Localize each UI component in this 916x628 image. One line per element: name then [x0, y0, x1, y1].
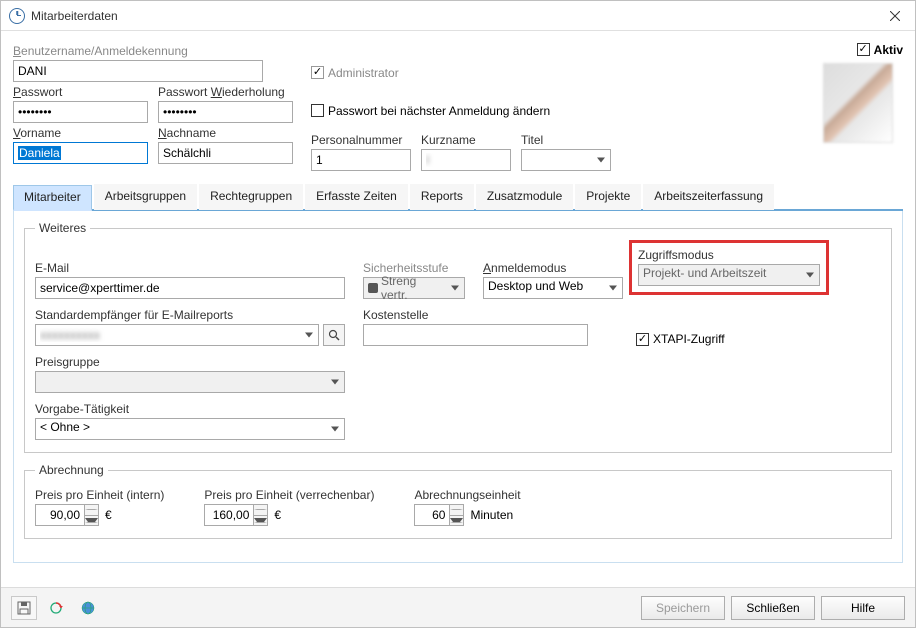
employee-photo[interactable] [823, 63, 893, 143]
floppy-icon [17, 601, 31, 615]
firstname-field[interactable]: Daniela [13, 142, 148, 164]
preis-verrechenbar-label: Preis pro Einheit (verrechenbar) [204, 488, 374, 502]
preis-intern-stepper[interactable] [35, 504, 99, 526]
tab-erfasste-zeiten[interactable]: Erfasste Zeiten [305, 184, 408, 210]
personalnr-label: Personalnummer [311, 133, 411, 147]
preis-verrechenbar-stepper[interactable] [204, 504, 268, 526]
globe-refresh-icon [48, 600, 64, 616]
aktiv-label: Aktiv [874, 43, 903, 57]
email-field[interactable] [35, 277, 345, 299]
preisgruppe-label: Preisgruppe [35, 355, 345, 369]
checkbox-icon [857, 43, 870, 56]
email-label: E-Mail [35, 261, 345, 275]
checkbox-icon [311, 104, 324, 117]
checkbox-icon [636, 333, 649, 346]
kostenstelle-label: Kostenstelle [363, 308, 588, 322]
titlebar: Mitarbeiterdaten [1, 1, 915, 31]
spin-down[interactable] [450, 516, 463, 526]
globe-button[interactable] [75, 596, 101, 620]
tab-arbeitszeiterfassung[interactable]: Arbeitszeiterfassung [643, 184, 774, 210]
close-icon [890, 11, 900, 21]
kurzname-label: Kurzname [421, 133, 511, 147]
anmeldemodus-label: Anmeldemodus [483, 261, 623, 275]
main-window: Mitarbeiterdaten Benutzername/Anmeldeken… [0, 0, 916, 628]
username-field[interactable] [13, 60, 263, 82]
help-button[interactable]: Hilfe [821, 596, 905, 620]
currency-label: € [105, 508, 112, 522]
window-title: Mitarbeiterdaten [31, 9, 875, 23]
sicherheitsstufe-combo[interactable]: Streng vertr. [363, 277, 465, 299]
spin-down[interactable] [85, 516, 98, 526]
close-button[interactable] [875, 1, 915, 31]
password-repeat-field[interactable] [158, 101, 293, 123]
spin-up[interactable] [254, 505, 267, 516]
abrechnungseinheit-label: Abrechnungseinheit [414, 488, 520, 502]
tab-arbeitsgruppen[interactable]: Arbeitsgruppen [94, 184, 197, 210]
lastname-label: Nachname [158, 126, 293, 140]
app-icon [9, 8, 25, 24]
kostenstelle-field[interactable] [363, 324, 588, 346]
admin-checkbox[interactable]: Administrator [311, 66, 399, 80]
aktiv-checkbox[interactable]: Aktiv [857, 43, 903, 57]
lastname-field[interactable] [158, 142, 293, 164]
xtapi-label: XTAPI-Zugriff [653, 332, 725, 346]
preisgruppe-combo[interactable] [35, 371, 345, 393]
username-label: Benutzername/Anmeldekennung [13, 44, 293, 58]
std-empfaenger-combo[interactable] [35, 324, 319, 346]
tab-projekte[interactable]: Projekte [575, 184, 641, 210]
minutes-label: Minuten [470, 508, 513, 522]
pwdchange-label: Passwort bei nächster Anmeldung ändern [328, 104, 550, 118]
save-disk-button[interactable] [11, 596, 37, 620]
kurzname-field[interactable] [421, 149, 511, 171]
zugriffsmodus-label: Zugriffsmodus [638, 248, 820, 262]
magnifier-icon [328, 329, 340, 341]
std-empfaenger-label: Standardempfänger für E-Mailreports [35, 308, 345, 322]
firstname-label: Vorname [13, 126, 148, 140]
vorgabe-taetigkeit-label: Vorgabe-Tätigkeit [35, 402, 345, 416]
personalnr-field[interactable] [311, 149, 411, 171]
vorgabe-taetigkeit-combo[interactable]: < Ohne > [35, 418, 345, 440]
password-field[interactable] [13, 101, 148, 123]
tab-reports[interactable]: Reports [410, 184, 474, 210]
titel-combo[interactable] [521, 149, 611, 171]
search-empfaenger-button[interactable] [323, 324, 345, 346]
xtapi-checkbox[interactable]: XTAPI-Zugriff [636, 332, 725, 346]
password-repeat-label: Passwort Wiederholung [158, 85, 293, 99]
weiteres-group: Weiteres E-Mail Sicherheitsstufe Streng … [24, 221, 892, 453]
tab-strip: Mitarbeiter Arbeitsgruppen Rechtegruppen… [13, 183, 903, 211]
footer-bar: Speichern Schließen Hilfe [1, 587, 915, 627]
weiteres-legend: Weiteres [35, 221, 90, 235]
titel-label: Titel [521, 133, 611, 147]
checkbox-icon [311, 66, 324, 79]
sicherheitsstufe-label: Sicherheitsstufe [363, 261, 465, 275]
tab-zusatzmodule[interactable]: Zusatzmodule [476, 184, 573, 210]
abrechnungseinheit-stepper[interactable] [414, 504, 464, 526]
abrechnung-group: Abrechnung Preis pro Einheit (intern) € [24, 463, 892, 539]
spin-down[interactable] [254, 516, 267, 526]
close-button-footer[interactable]: Schließen [731, 596, 815, 620]
lock-icon [368, 283, 378, 293]
preis-intern-label: Preis pro Einheit (intern) [35, 488, 164, 502]
abrechnung-legend: Abrechnung [35, 463, 108, 477]
pwdchange-checkbox[interactable]: Passwort bei nächster Anmeldung ändern [311, 104, 550, 118]
refresh-button[interactable] [43, 596, 69, 620]
spin-up[interactable] [450, 505, 463, 516]
tab-body: Weiteres E-Mail Sicherheitsstufe Streng … [13, 211, 903, 563]
tab-rechtegruppen[interactable]: Rechtegruppen [199, 184, 303, 210]
spin-up[interactable] [85, 505, 98, 516]
tab-mitarbeiter[interactable]: Mitarbeiter [13, 185, 92, 211]
password-label: Passwort [13, 85, 148, 99]
zugriffsmodus-combo[interactable]: Projekt- und Arbeitszeit [638, 264, 820, 286]
save-button[interactable]: Speichern [641, 596, 725, 620]
anmeldemodus-combo[interactable]: Desktop und Web [483, 277, 623, 299]
currency-label: € [274, 508, 281, 522]
zugriffsmodus-highlight: Zugriffsmodus Projekt- und Arbeitszeit [629, 240, 829, 295]
admin-label: Administrator [328, 66, 399, 80]
globe-icon [80, 600, 96, 616]
content-area: Benutzername/Anmeldekennung Passwort Pas… [1, 31, 915, 563]
